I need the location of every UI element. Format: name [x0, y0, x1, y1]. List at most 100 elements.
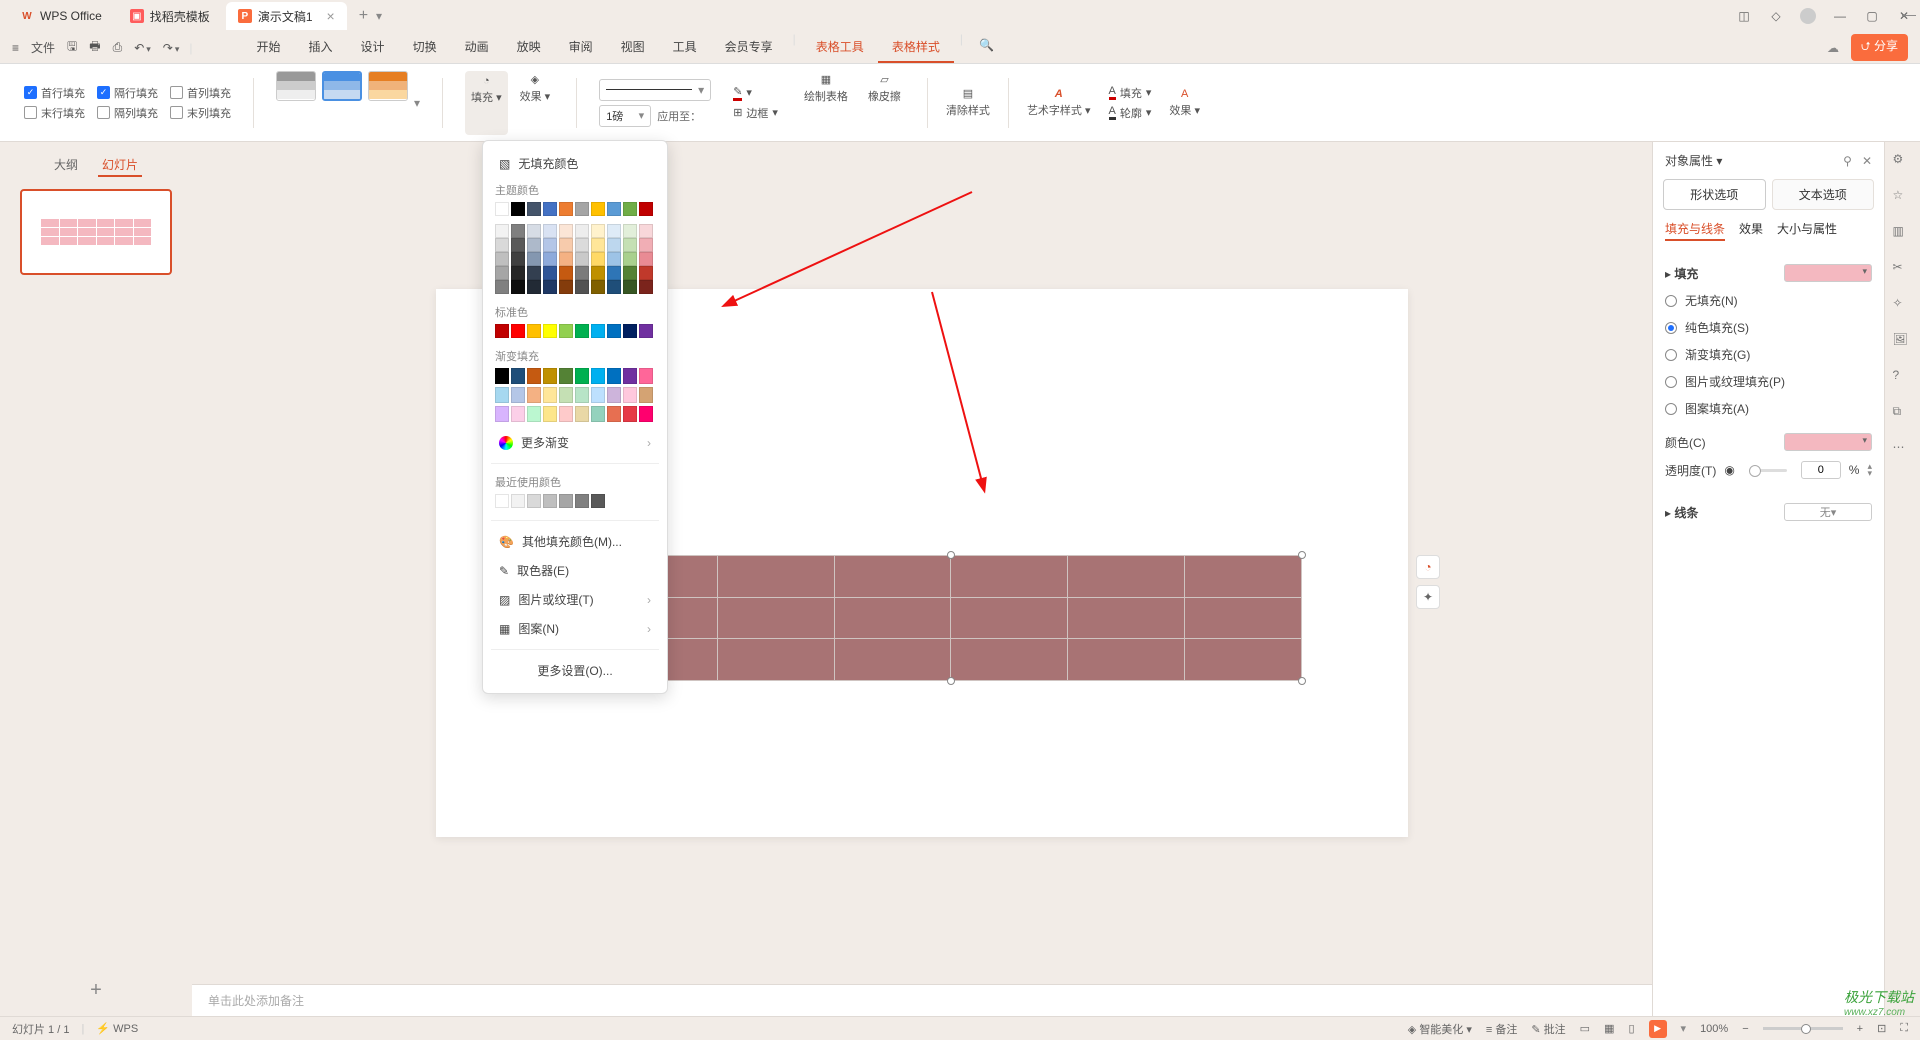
- tab-member[interactable]: 会员专享: [711, 32, 787, 63]
- cloud-icon[interactable]: ☁: [1827, 41, 1839, 55]
- app-tab-template[interactable]: ▣ 找稻壳模板: [118, 2, 222, 30]
- color-swatch[interactable]: [639, 252, 653, 266]
- color-swatch[interactable]: [559, 224, 573, 238]
- view-normal-icon[interactable]: ▭: [1580, 1022, 1590, 1035]
- table-style-3[interactable]: [368, 71, 408, 101]
- sub-fill-line[interactable]: 填充与线条: [1665, 220, 1725, 241]
- quick-tools-icon[interactable]: ✦: [1416, 585, 1440, 609]
- undo-icon[interactable]: ↶▾: [134, 41, 151, 55]
- gradient-swatch[interactable]: [639, 387, 653, 403]
- opacity-knob-icon[interactable]: ◉: [1724, 463, 1734, 477]
- image-icon[interactable]: 🖼: [1893, 332, 1913, 352]
- color-swatch[interactable]: [559, 494, 573, 508]
- chk-first-col[interactable]: 首列填充: [170, 85, 231, 101]
- color-swatch[interactable]: [607, 252, 621, 266]
- color-swatch[interactable]: [623, 280, 637, 294]
- zoom-in-icon[interactable]: +: [1857, 1023, 1863, 1035]
- clip-icon[interactable]: ✂: [1893, 260, 1913, 280]
- save-icon[interactable]: 🖫: [67, 37, 77, 58]
- hamburger-icon[interactable]: ≡: [12, 41, 19, 55]
- color-swatch[interactable]: [623, 324, 637, 338]
- color-swatch[interactable]: [575, 494, 589, 508]
- tab-table-style[interactable]: 表格样式: [878, 32, 954, 63]
- gradient-swatch[interactable]: [527, 387, 541, 403]
- new-tab-button[interactable]: +: [351, 7, 376, 25]
- draw-table-button[interactable]: ▦绘制表格: [800, 71, 852, 135]
- color-swatch[interactable]: [559, 202, 573, 216]
- gradient-swatch[interactable]: [511, 406, 525, 422]
- color-swatch[interactable]: [607, 280, 621, 294]
- color-swatch[interactable]: [543, 252, 557, 266]
- color-swatch[interactable]: [623, 224, 637, 238]
- style-gallery-more[interactable]: ▾: [414, 96, 420, 110]
- print-preview-icon[interactable]: ⎙: [113, 40, 123, 55]
- color-swatch[interactable]: [591, 494, 605, 508]
- more-gradient-item[interactable]: 更多渐变›: [491, 428, 659, 457]
- chk-banded-row[interactable]: ✓隔行填充: [97, 85, 158, 101]
- redo-icon[interactable]: ↷▾: [163, 41, 180, 55]
- color-swatch[interactable]: [575, 324, 589, 338]
- color-swatch[interactable]: [575, 280, 589, 294]
- color-swatch[interactable]: [543, 202, 557, 216]
- color-swatch[interactable]: [591, 324, 605, 338]
- gradient-swatch[interactable]: [607, 387, 621, 403]
- gradient-swatch[interactable]: [495, 406, 509, 422]
- gradient-swatch[interactable]: [511, 368, 525, 384]
- color-swatch[interactable]: [575, 238, 589, 252]
- ribbon-collapse-icon[interactable]: —: [1902, 6, 1916, 22]
- color-swatch[interactable]: [575, 202, 589, 216]
- color-swatch[interactable]: [543, 494, 557, 508]
- maximize-icon[interactable]: ▢: [1864, 8, 1880, 24]
- slide-canvas[interactable]: ◔ ✦: [192, 142, 1652, 984]
- color-swatch[interactable]: [527, 202, 541, 216]
- color-swatch[interactable]: [495, 238, 509, 252]
- fit-icon[interactable]: ⊡: [1877, 1022, 1886, 1035]
- color-swatch[interactable]: [639, 224, 653, 238]
- color-swatch[interactable]: [543, 224, 557, 238]
- color-swatch[interactable]: [607, 324, 621, 338]
- sub-effects[interactable]: 效果: [1739, 220, 1763, 241]
- tab-insert[interactable]: 插入: [295, 32, 347, 63]
- color-swatch[interactable]: [511, 202, 525, 216]
- tab-design[interactable]: 设计: [347, 32, 399, 63]
- outline-tab[interactable]: 大纲: [50, 154, 82, 177]
- color-swatch[interactable]: [607, 202, 621, 216]
- color-swatch[interactable]: [639, 324, 653, 338]
- color-swatch[interactable]: [591, 266, 605, 280]
- gradient-swatch[interactable]: [575, 368, 589, 384]
- quick-fill-icon[interactable]: ◔: [1416, 555, 1440, 579]
- star-icon[interactable]: ☆: [1893, 188, 1913, 208]
- gradient-swatch[interactable]: [575, 406, 589, 422]
- color-swatch[interactable]: [511, 266, 525, 280]
- eraser-button[interactable]: ▱橡皮擦: [864, 71, 905, 135]
- gradient-swatch[interactable]: [559, 406, 573, 422]
- color-swatch[interactable]: [495, 252, 509, 266]
- text-effect-dropdown[interactable]: A效果 ▾: [1165, 86, 1204, 120]
- color-swatch[interactable]: [527, 324, 541, 338]
- gradient-swatch[interactable]: [607, 368, 621, 384]
- gradient-swatch[interactable]: [559, 368, 573, 384]
- color-swatch[interactable]: [543, 324, 557, 338]
- beautify-button[interactable]: ◈ 智能美化 ▾: [1408, 1021, 1472, 1037]
- tab-animation[interactable]: 动画: [451, 32, 503, 63]
- app-tab-wps[interactable]: W WPS Office: [8, 2, 114, 30]
- tab-list-dropdown[interactable]: ▾: [376, 9, 382, 23]
- gradient-swatch[interactable]: [543, 387, 557, 403]
- color-swatch[interactable]: [511, 224, 525, 238]
- color-swatch[interactable]: [607, 238, 621, 252]
- view-sorter-icon[interactable]: ▦: [1604, 1022, 1614, 1035]
- settings-icon[interactable]: ⚙: [1893, 152, 1913, 172]
- color-swatch[interactable]: [591, 202, 605, 216]
- minimize-icon[interactable]: —: [1832, 8, 1848, 24]
- resize-handle[interactable]: [1298, 551, 1306, 559]
- search-icon[interactable]: 🔍: [969, 32, 1004, 63]
- eyedropper-item[interactable]: ✎取色器(E): [491, 556, 659, 585]
- color-swatch[interactable]: [527, 494, 541, 508]
- more-icon[interactable]: ⋯: [1893, 440, 1913, 460]
- line-section[interactable]: ▸ 线条: [1665, 504, 1698, 521]
- color-swatch[interactable]: [511, 238, 525, 252]
- slides-tab[interactable]: 幻灯片: [98, 154, 142, 177]
- help-icon[interactable]: ?: [1893, 368, 1913, 388]
- tab-table-tools[interactable]: 表格工具: [802, 32, 878, 63]
- color-swatch[interactable]: [591, 238, 605, 252]
